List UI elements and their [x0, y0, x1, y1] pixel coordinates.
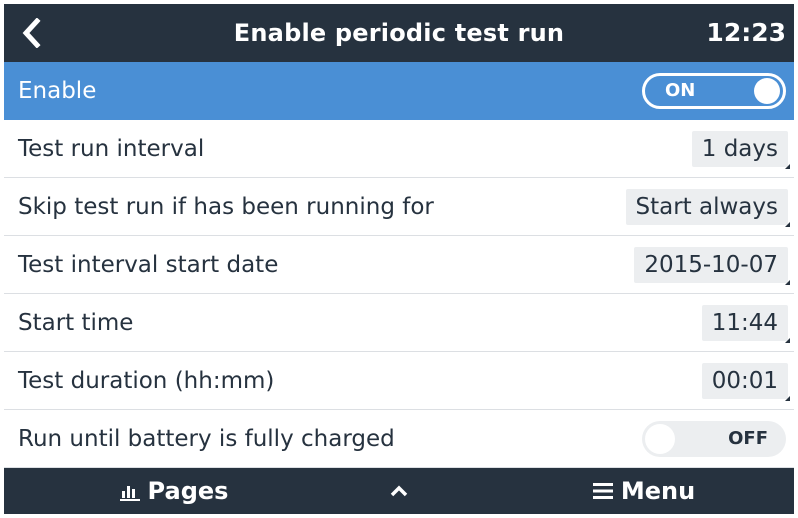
menu-button[interactable]: Menu	[564, 468, 724, 514]
hamburger-icon	[592, 483, 613, 499]
value-text: 11:44	[711, 310, 778, 336]
setting-row-start-time[interactable]: Start time 11:44	[4, 294, 794, 352]
value-text: Start always	[635, 194, 778, 220]
device-screen: Enable periodic test run 12:23 Enable ON…	[4, 4, 794, 514]
toggle-state-label: OFF	[728, 428, 768, 449]
menu-label: Menu	[620, 477, 696, 505]
setting-row-test-interval-start-date[interactable]: Test interval start date 2015-10-07	[4, 236, 794, 294]
scroll-up-button[interactable]	[374, 468, 424, 514]
setting-label: Test interval start date	[18, 252, 279, 278]
setting-label: Test run interval	[18, 136, 205, 162]
edit-corner-icon	[785, 396, 790, 401]
toggle-knob	[754, 78, 780, 104]
chevron-up-icon	[390, 485, 408, 497]
setting-label: Enable	[18, 78, 97, 104]
value-text: 00:01	[711, 368, 778, 394]
toggle-state-label: ON	[665, 80, 696, 101]
setting-label: Run until battery is fully charged	[18, 426, 395, 452]
enable-toggle[interactable]: ON	[642, 73, 786, 109]
value-text: 2015-10-07	[644, 252, 778, 278]
skip-test-run-value[interactable]: Start always	[625, 189, 790, 227]
pages-label: Pages	[147, 477, 229, 505]
setting-row-test-duration[interactable]: Test duration (hh:mm) 00:01	[4, 352, 794, 410]
setting-row-enable[interactable]: Enable ON	[4, 62, 794, 120]
edit-corner-icon	[785, 338, 790, 343]
setting-label: Start time	[18, 310, 134, 336]
edit-corner-icon	[785, 222, 790, 227]
value-text: 1 days	[701, 136, 778, 162]
edit-corner-icon	[785, 280, 790, 285]
setting-row-test-run-interval[interactable]: Test run interval 1 days	[4, 120, 794, 178]
test-run-interval-value[interactable]: 1 days	[691, 131, 790, 169]
test-duration-value[interactable]: 00:01	[701, 363, 790, 401]
setting-row-skip-test-run[interactable]: Skip test run if has been running for St…	[4, 178, 794, 236]
footer-bar: Pages Menu	[4, 468, 794, 514]
clock: 12:23	[706, 18, 786, 47]
setting-row-run-until-charged[interactable]: Run until battery is fully charged OFF	[4, 410, 794, 468]
edit-corner-icon	[785, 164, 790, 169]
settings-list: Enable ON Test run interval 1 days Skip …	[4, 62, 794, 468]
start-time-value[interactable]: 11:44	[701, 305, 790, 343]
toggle-knob	[645, 424, 675, 454]
setting-label: Test duration (hh:mm)	[18, 368, 275, 394]
pages-button[interactable]: Pages	[84, 468, 264, 514]
bar-chart-icon	[119, 486, 140, 501]
header-bar: Enable periodic test run 12:23	[4, 4, 794, 62]
page-title: Enable periodic test run	[233, 19, 565, 47]
run-until-charged-toggle[interactable]: OFF	[642, 421, 786, 457]
setting-label: Skip test run if has been running for	[18, 194, 434, 220]
start-date-value[interactable]: 2015-10-07	[634, 247, 790, 285]
